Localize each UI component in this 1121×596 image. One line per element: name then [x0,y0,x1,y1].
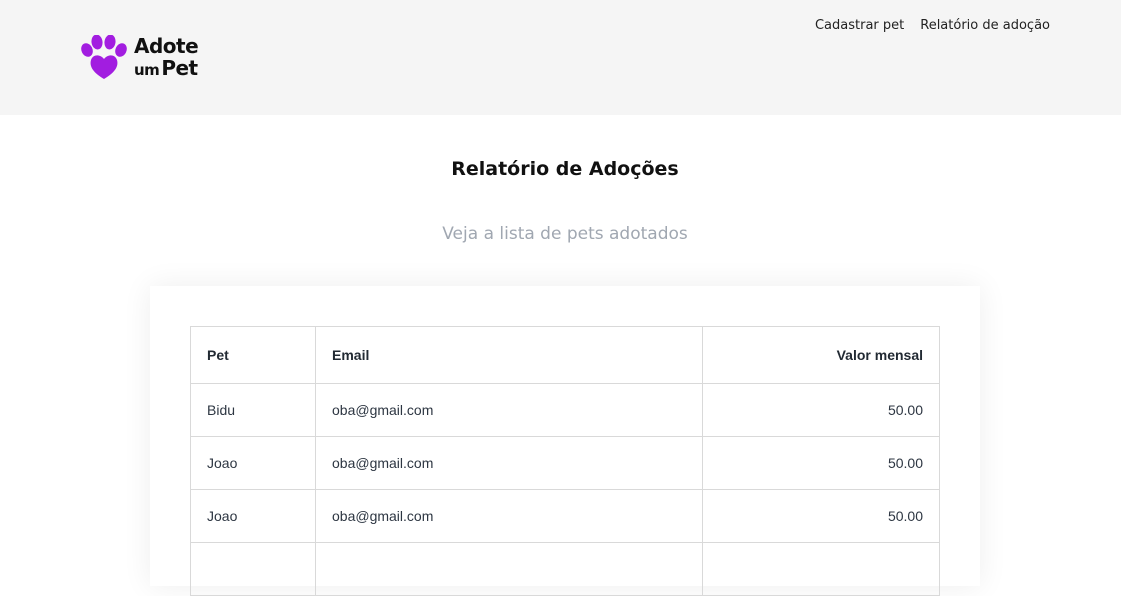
column-header-valor: Valor mensal [702,326,940,384]
cell-valor: 50.00 [702,383,940,437]
report-card: Pet Email Valor mensal Bidu oba@gmail.co… [150,286,980,596]
logo-link[interactable]: Adote um Pet [80,35,220,81]
logo-line2: um Pet [134,58,198,80]
top-header: Adote um Pet Cadastrar pet Relatório de a… [0,0,1121,115]
table-row: Bidu oba@gmail.com 50.00 [190,383,940,437]
cell-valor: 50.00 [702,436,940,490]
cell-pet: Joao [190,436,316,490]
logo-line1: Adote [134,34,199,58]
cell-pet [190,542,316,596]
column-header-pet: Pet [190,326,316,384]
cell-valor [702,542,940,596]
page-subtitle: Veja a lista de pets adotados [442,224,688,244]
top-nav: Cadastrar pet Relatório de adoção [815,18,1050,33]
cell-pet: Joao [190,489,316,543]
cell-email: oba@gmail.com [315,489,703,543]
table-row: Joao oba@gmail.com 50.00 [190,436,940,490]
page-title: Relatório de Adoções [451,158,679,180]
logo-line2-small: um [134,61,160,79]
table-row: Joao oba@gmail.com 50.00 [190,489,940,543]
table-row [190,542,940,596]
adoption-table: Pet Email Valor mensal Bidu oba@gmail.co… [190,326,940,596]
cell-valor: 50.00 [702,489,940,543]
paw-icon [81,35,127,79]
logo-line2-big: Pet [161,56,198,80]
cell-email: oba@gmail.com [315,436,703,490]
nav-cadastrar-pet[interactable]: Cadastrar pet [815,18,904,33]
column-header-email: Email [315,326,703,384]
table-header-row: Pet Email Valor mensal [190,326,940,384]
cell-email: oba@gmail.com [315,383,703,437]
nav-relatorio-adocao[interactable]: Relatório de adoção [920,18,1050,33]
cell-email [315,542,703,596]
logo-wordmark: Adote um Pet [134,34,199,80]
cell-pet: Bidu [190,383,316,437]
